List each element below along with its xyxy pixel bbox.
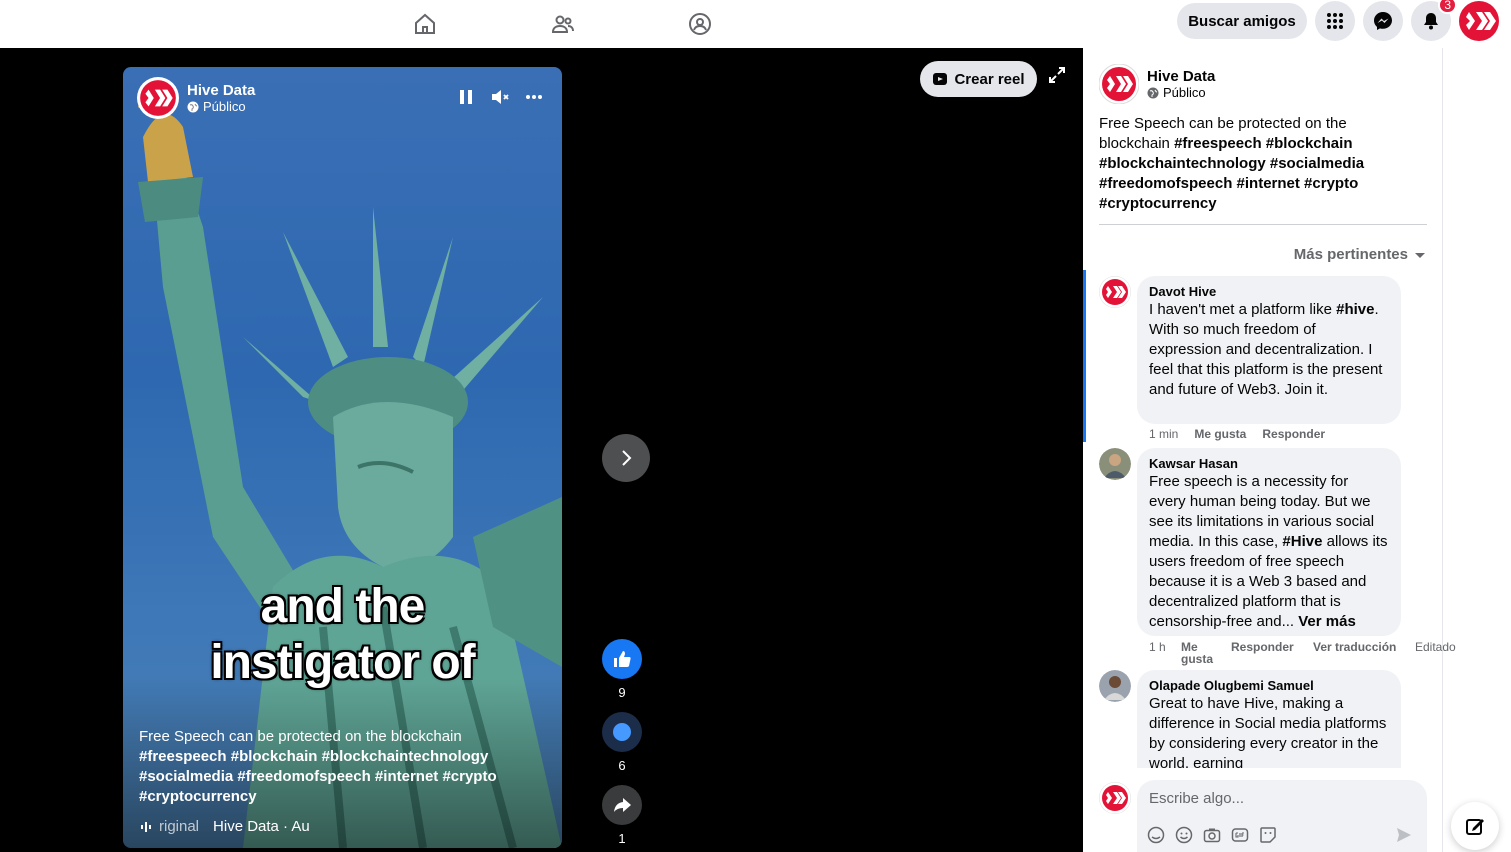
comment-bubble: Kawsar Hasan Free speech is a necessity …: [1137, 448, 1401, 636]
composer-tools: [1147, 826, 1277, 844]
reel-stage: Hive Data Público and the instigator of …: [0, 48, 1083, 852]
thumbs-up-icon: [614, 651, 631, 667]
expand-icon[interactable]: [1047, 65, 1067, 85]
compose-icon: [1466, 819, 1484, 835]
comment-action: 6: [602, 712, 642, 773]
comments-panel: Hive Data Público Free Speech can be pro…: [1083, 48, 1456, 852]
menu-grid-icon[interactable]: [1315, 1, 1355, 41]
muted-speaker-icon[interactable]: [490, 87, 510, 107]
share-count: 1: [618, 831, 626, 846]
comment-like-link[interactable]: Me gusta: [1194, 428, 1246, 440]
reel-audience: Público: [187, 99, 255, 114]
reel-hashtags[interactable]: #freespeech #blockchain #blockchaintechn…: [139, 748, 497, 805]
comment-sort-dropdown[interactable]: Más pertinentes: [1294, 246, 1426, 263]
comment-text: I haven't met a platform like #hive. Wit…: [1149, 301, 1383, 398]
post-audience: Público: [1147, 85, 1215, 100]
like-button[interactable]: [602, 639, 642, 679]
reel-video[interactable]: Hive Data Público and the instigator of …: [123, 67, 562, 848]
reel-author-name[interactable]: Hive Data: [187, 82, 255, 99]
share-action: 1: [602, 785, 642, 846]
comment-reply-link[interactable]: Responder: [1262, 428, 1325, 440]
my-avatar[interactable]: [1099, 782, 1131, 814]
profile-avatar[interactable]: [1459, 1, 1499, 41]
camera-icon[interactable]: [1203, 826, 1221, 844]
gif-icon[interactable]: [1231, 826, 1249, 844]
commenter-avatar[interactable]: [1099, 448, 1131, 480]
reel-audio-info[interactable]: riginal Hive Data · Au: [139, 818, 310, 835]
post-author-name[interactable]: Hive Data: [1147, 68, 1215, 85]
notifications-bell-icon[interactable]: 3: [1411, 0, 1457, 41]
comment-composer: Escribe algo...: [1099, 778, 1429, 852]
find-friends-button[interactable]: Buscar amigos: [1177, 3, 1307, 39]
more-options-icon[interactable]: [524, 87, 544, 107]
commenter-name[interactable]: Davot Hive: [1149, 284, 1389, 300]
comment-bubble-icon: [613, 723, 631, 741]
commenter-name[interactable]: Olapade Olugbemi Samuel: [1149, 678, 1389, 694]
comment-bubble: Olapade Olugbemi Samuel Great to have Hi…: [1137, 670, 1401, 768]
new-message-button[interactable]: [1451, 802, 1499, 850]
notification-count-badge: 3: [1438, 0, 1457, 14]
translate-link[interactable]: Ver traducción: [1313, 641, 1415, 665]
audio-author: Hive Data · Au: [213, 818, 310, 835]
globe-icon: [187, 101, 199, 112]
avatar-sticker-icon[interactable]: [1147, 826, 1165, 844]
divider: [1099, 224, 1427, 225]
comment-count: 6: [618, 758, 626, 773]
globe-icon: [1147, 87, 1159, 98]
reel-icon: [933, 73, 948, 85]
comment-meta: 1 h Me gusta Responder Ver traducción Ed…: [1149, 640, 1456, 666]
reel-author-header: Hive Data Público: [137, 77, 255, 119]
commenter-name[interactable]: Kawsar Hasan: [1149, 456, 1389, 472]
chevron-right-icon: [622, 450, 632, 466]
comment-item: Olapade Olugbemi Samuel Great to have Hi…: [1099, 670, 1429, 768]
groups-icon[interactable]: [684, 8, 716, 40]
like-count: 9: [618, 685, 626, 700]
top-navigation-bar: Buscar amigos 3: [0, 0, 1511, 48]
comment-text: Great to have Hive, making a difference …: [1149, 695, 1387, 768]
comment-input-placeholder: Escribe algo...: [1149, 790, 1245, 807]
comment-text: Free speech is a necessity for every hum…: [1149, 473, 1388, 630]
emoji-icon[interactable]: [1175, 826, 1193, 844]
comment-reply-link[interactable]: Responder: [1231, 641, 1313, 665]
video-controls: [456, 87, 544, 107]
audio-wave-icon: [141, 821, 151, 832]
comment-input[interactable]: Escribe algo...: [1137, 780, 1427, 852]
commenter-avatar[interactable]: [1099, 276, 1131, 308]
caret-down-icon: [1415, 252, 1425, 258]
comment-like-link[interactable]: Me gusta: [1181, 641, 1231, 665]
friends-icon[interactable]: [547, 8, 579, 40]
messenger-icon[interactable]: [1363, 1, 1403, 41]
share-arrow-icon: [614, 798, 631, 812]
like-action: 9: [602, 639, 642, 700]
home-icon[interactable]: [409, 8, 441, 40]
reel-description: Free Speech can be protected on the bloc…: [139, 728, 497, 805]
see-more-link[interactable]: Ver más: [1298, 613, 1356, 630]
active-comment-indicator: [1083, 270, 1086, 442]
post-description: Free Speech can be protected on the bloc…: [1099, 115, 1365, 212]
hive-avatar[interactable]: [1099, 64, 1139, 104]
share-button[interactable]: [602, 785, 642, 825]
commenter-avatar[interactable]: [1099, 670, 1131, 702]
comment-meta: 1 min Me gusta Responder: [1149, 427, 1326, 441]
pause-icon[interactable]: [456, 87, 476, 107]
audio-label: riginal: [159, 818, 200, 835]
comment-bubble: Davot Hive I haven't met a platform like…: [1137, 276, 1401, 424]
comment-button[interactable]: [602, 712, 642, 752]
video-caption-overlay: and the instigator of: [210, 580, 475, 689]
create-reel-button[interactable]: Crear reel: [920, 61, 1037, 97]
send-icon[interactable]: [1395, 826, 1413, 844]
sticker-icon[interactable]: [1259, 826, 1277, 844]
next-reel-button[interactable]: [602, 434, 650, 482]
post-author-header: Hive Data Público: [1099, 64, 1215, 104]
hive-avatar[interactable]: [137, 77, 179, 119]
